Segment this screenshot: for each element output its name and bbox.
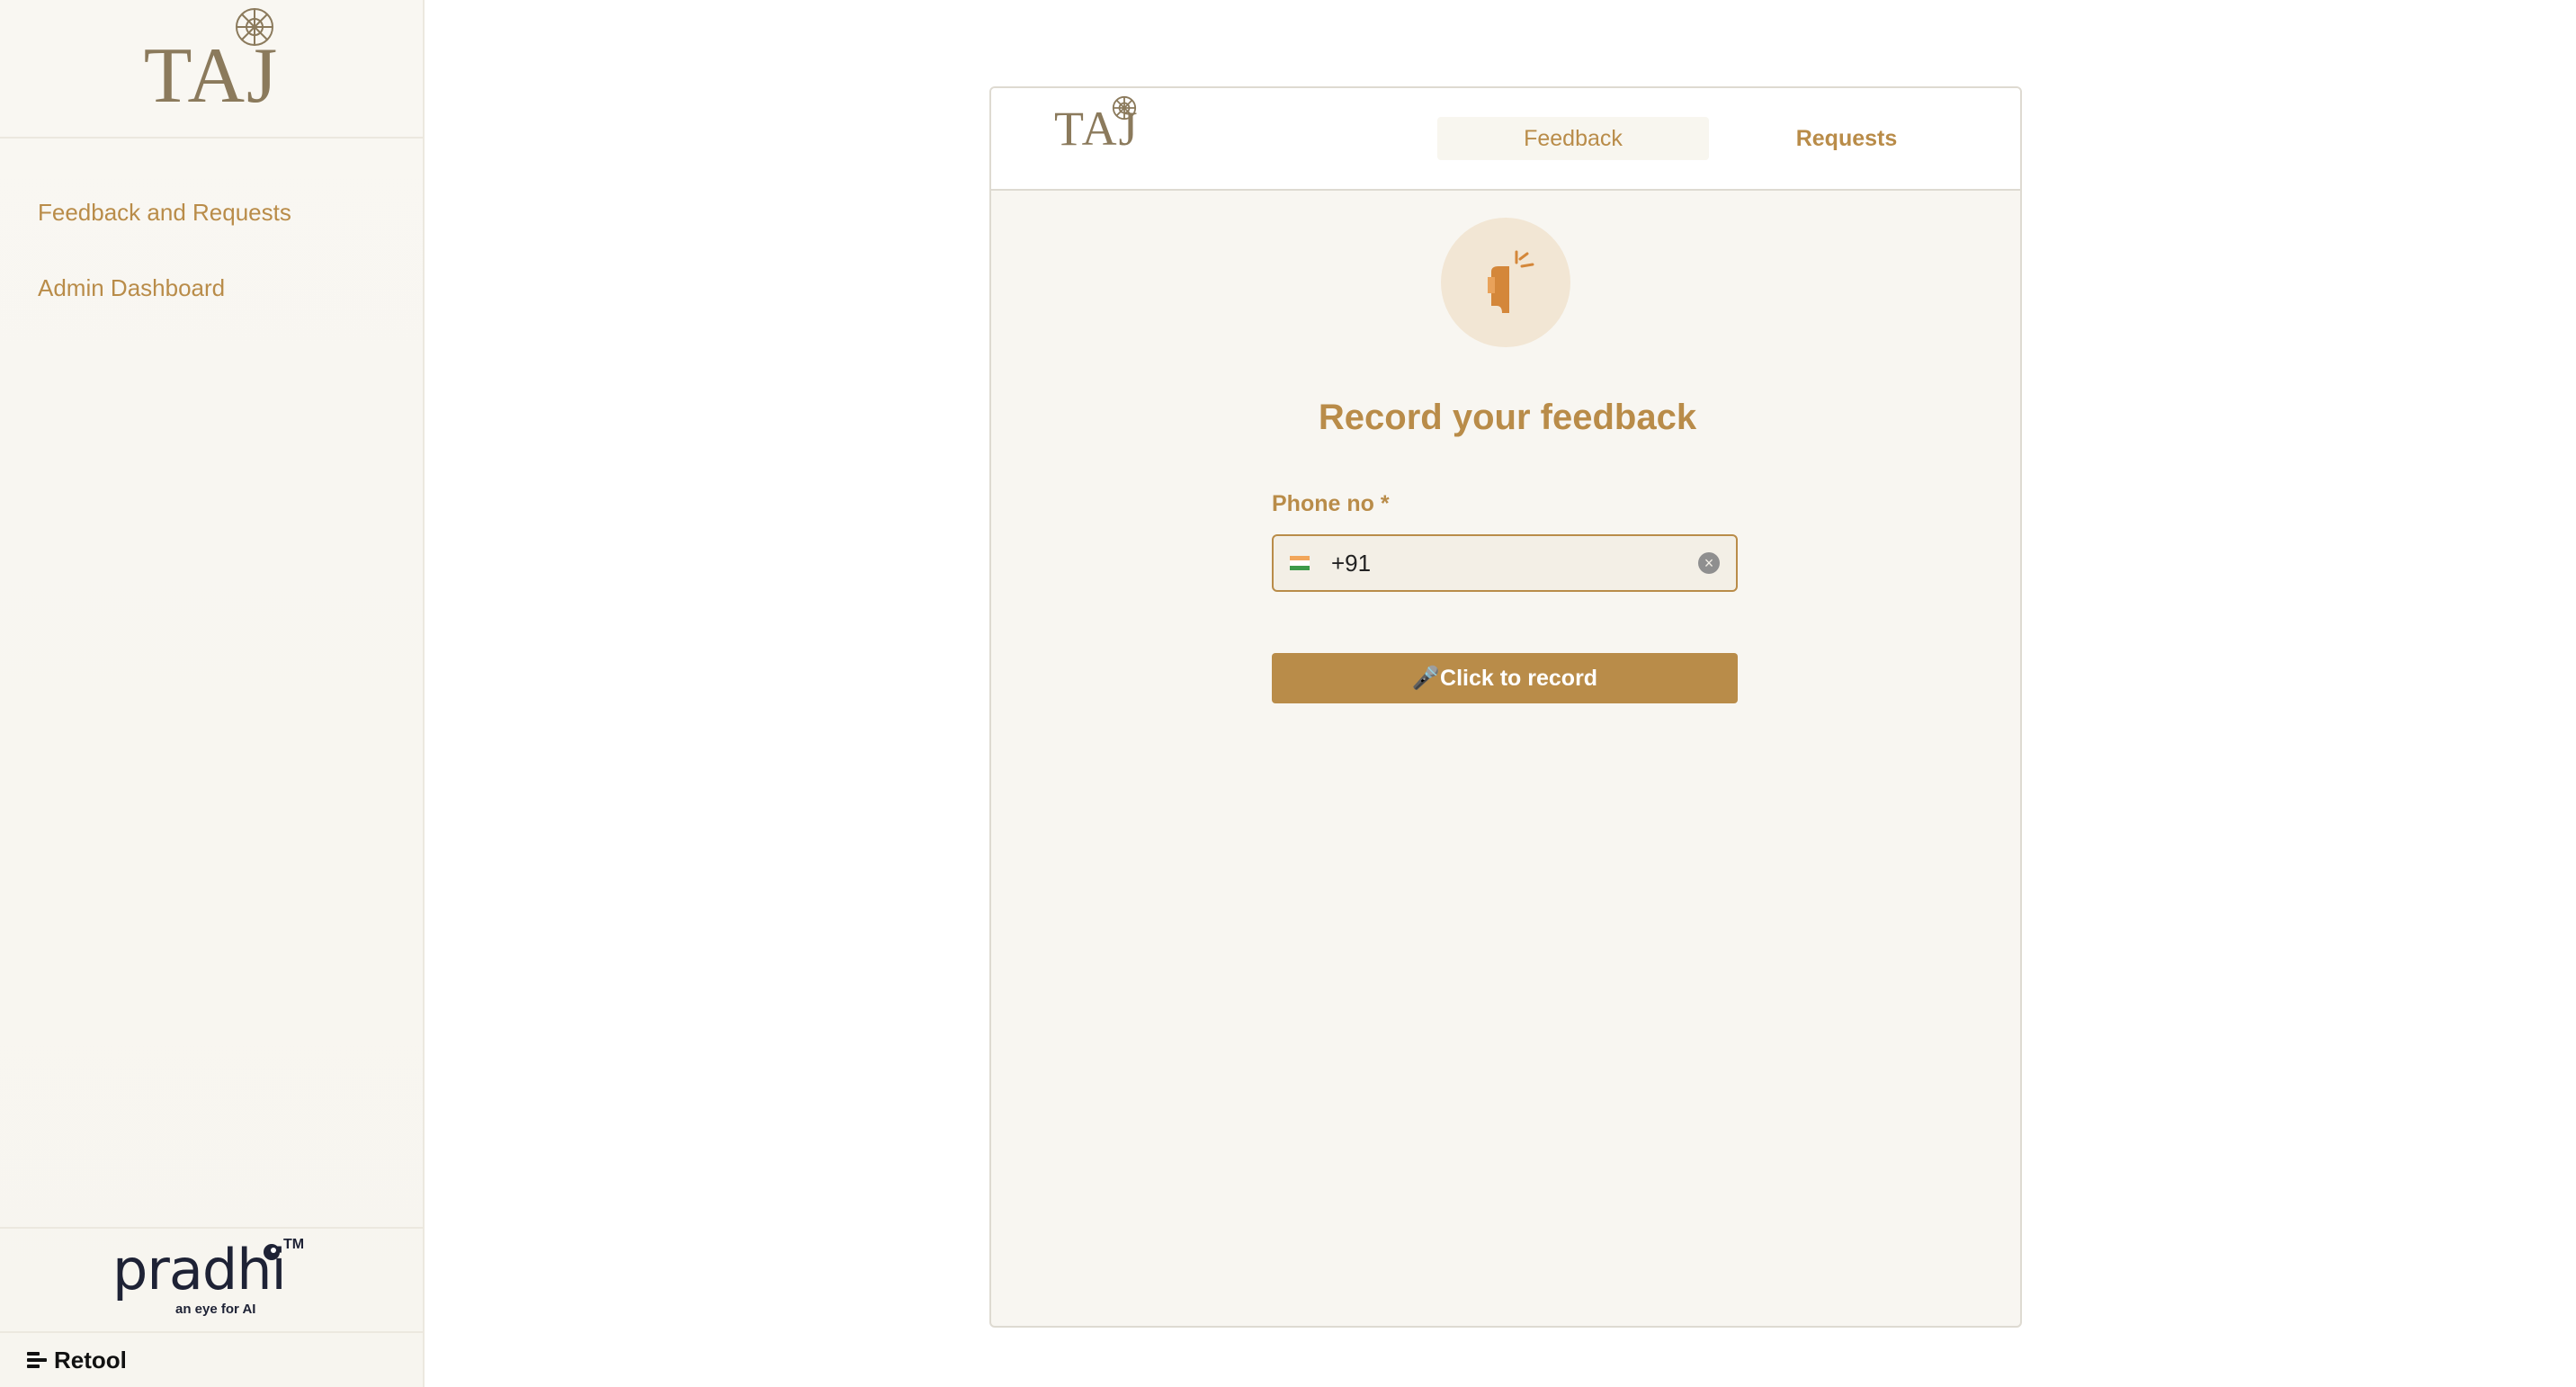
retool-branding[interactable]: Retool xyxy=(0,1331,423,1387)
sidebar-logo: TAJ xyxy=(0,0,423,139)
pradhi-eye-icon xyxy=(264,1244,280,1260)
speaking-head-icon xyxy=(1488,250,1534,313)
phone-input[interactable] xyxy=(1331,549,1673,577)
taj-logo: TAJ xyxy=(144,8,280,116)
india-flag-icon[interactable] xyxy=(1290,556,1310,570)
page-title: Record your feedback xyxy=(1318,398,1697,437)
pradhi-tm: TM xyxy=(283,1237,305,1252)
card-taj-emblem-icon xyxy=(1112,95,1137,121)
click-to-record-button[interactable]: 🎤Click to record xyxy=(1272,653,1738,703)
sidebar: TAJ Feedback and Requests Admin Dashboar… xyxy=(0,0,425,1387)
nav-feedback-and-requests[interactable]: Feedback and Requests xyxy=(0,174,423,250)
feedback-illustration xyxy=(1441,218,1570,347)
sidebar-nav: Feedback and Requests Admin Dashboard xyxy=(0,139,423,326)
tab-requests[interactable]: Requests xyxy=(1711,117,1982,160)
taj-emblem-icon xyxy=(235,8,273,46)
pradhi-logo: pradhi TM an eye for AI xyxy=(0,1227,423,1331)
required-marker: * xyxy=(1380,491,1390,516)
feedback-card: TAJ Feedback Requests Record your feedba… xyxy=(989,86,2022,1328)
retool-label: Retool xyxy=(54,1346,127,1374)
clear-icon[interactable]: × xyxy=(1698,552,1720,574)
retool-icon xyxy=(27,1352,47,1368)
pradhi-tagline: an eye for AI xyxy=(175,1302,256,1317)
nav-admin-dashboard[interactable]: Admin Dashboard xyxy=(0,250,423,326)
card-taj-logo: TAJ xyxy=(1054,95,1140,153)
tab-feedback[interactable]: Feedback xyxy=(1437,117,1709,160)
pradhi-logo-text: pradhi xyxy=(112,1237,287,1302)
phone-field[interactable]: × xyxy=(1272,534,1738,592)
phone-label: Phone no * xyxy=(1272,491,1390,517)
card-header: TAJ Feedback Requests xyxy=(991,88,2020,191)
phone-label-text: Phone no xyxy=(1272,491,1374,516)
